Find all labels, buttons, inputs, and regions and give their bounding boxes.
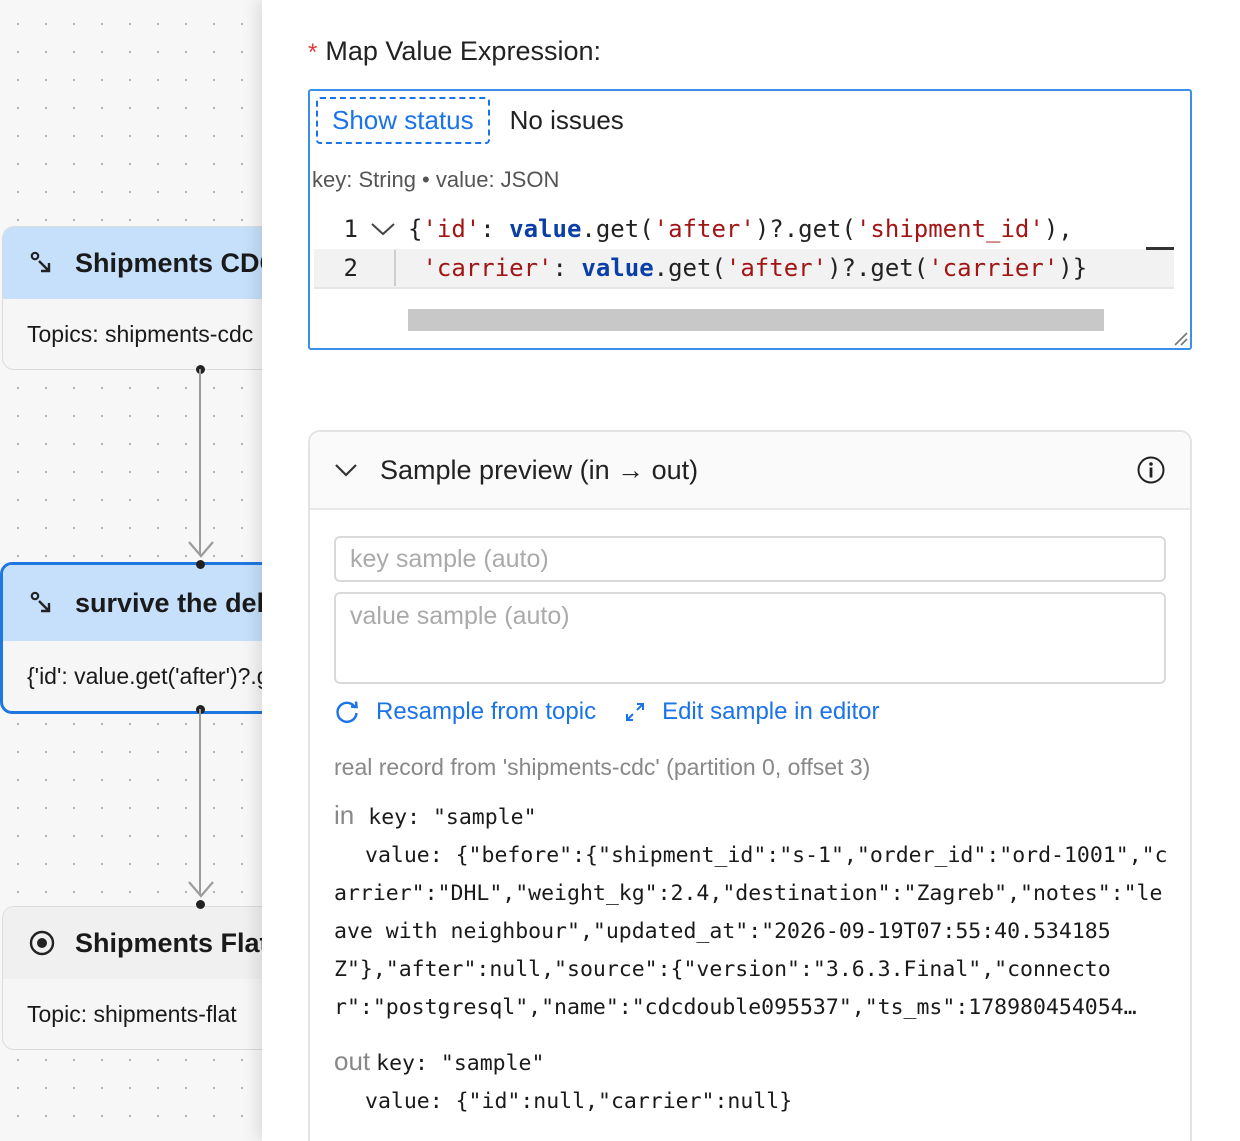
horizontal-scrollbar[interactable]	[408, 309, 1104, 331]
node-title: survive the delete	[75, 587, 262, 618]
out-key: key: "sample"	[376, 1051, 545, 1076]
sample-preview-card: Sample preview (in → out) key sample (au…	[308, 430, 1192, 1141]
out-tag: out	[334, 1046, 371, 1076]
refresh-icon[interactable]	[334, 699, 360, 725]
chevron-down-icon[interactable]	[334, 462, 358, 478]
edge-arrow-icon	[188, 541, 214, 558]
key-sample-input[interactable]: key sample (auto)	[334, 536, 1166, 582]
edge-line	[199, 369, 201, 555]
resample-button[interactable]: Resample from topic	[376, 698, 596, 726]
node-body: Topics: shipments-cdc	[27, 320, 254, 347]
type-hint: key: String • value: JSON	[312, 167, 560, 192]
value-sample-input[interactable]: value sample (auto)	[334, 592, 1166, 684]
in-tag: in	[334, 800, 355, 830]
node-body: {'id': value.get('after')?.get('shipment…	[27, 662, 262, 689]
node-header: Shipments CDC	[3, 227, 262, 299]
status-text: No issues	[509, 105, 624, 135]
sample-actions: Resample from topic Edit sample in edito…	[334, 698, 880, 726]
in-key: key: "sample"	[368, 805, 537, 830]
sample-source-note: real record from 'shipments-cdc' (partit…	[334, 754, 871, 780]
node-input-port[interactable]	[196, 560, 205, 569]
sample-preview-header[interactable]: Sample preview (in → out)	[310, 432, 1190, 510]
transform-arrow-icon	[30, 251, 51, 273]
sink-target-icon	[29, 930, 55, 956]
sample-preview-title: Sample preview (in → out)	[380, 454, 699, 485]
map-value-expression-label: * Map Value Expression:	[308, 36, 601, 66]
node-header: Shipments Flat	[3, 907, 262, 979]
show-status-button[interactable]: Show status	[316, 97, 490, 144]
resize-handle-icon[interactable]	[1172, 330, 1188, 346]
line-number: 2	[343, 254, 358, 282]
out-value: value: {"id":null,"carrier":null}	[365, 1089, 793, 1114]
expand-icon[interactable]	[624, 701, 646, 723]
transform-arrow-icon	[30, 591, 51, 613]
node-title: Shipments Flat	[75, 927, 262, 958]
indent-guide	[358, 250, 408, 286]
code-line[interactable]: 1 {'id': value .get('after')?.get('shipme…	[314, 209, 1174, 249]
node-body: Topic: shipments-flat	[27, 1000, 237, 1027]
node-shipments-flat[interactable]: Shipments Flat Topic: shipments-flat	[2, 906, 262, 1050]
sample-out-block: out key: "sample" value: {"id":null,"car…	[334, 1046, 1172, 1121]
line-number: 1	[343, 215, 358, 243]
expression-editor[interactable]: Show status No issues key: String • valu…	[308, 89, 1192, 350]
required-mark: *	[308, 39, 318, 66]
node-input-port[interactable]	[196, 900, 205, 909]
editor-status-row: Show status No issues	[316, 97, 624, 144]
node-title: Shipments CDC	[75, 247, 262, 278]
in-value: value: {"before":{"shipment_id":"s-1","o…	[334, 843, 1168, 1020]
node-shipments-cdc[interactable]: Shipments CDC Topics: shipments-cdc	[2, 226, 262, 370]
sample-in-block: in key: "sample" value: {"before":{"ship…	[334, 800, 1172, 1027]
node-header: survive the delete	[3, 565, 262, 641]
fold-chevron-icon[interactable]	[358, 221, 408, 237]
info-icon[interactable]	[1136, 455, 1166, 485]
edge-line	[199, 709, 201, 895]
code-area[interactable]: 1 {'id': value .get('after')?.get('shipme…	[314, 209, 1174, 289]
overview-ruler-mark	[1146, 247, 1174, 250]
code-line-active[interactable]: 2 'carrier': value .get('after')?.get('ca…	[314, 249, 1174, 289]
flow-canvas[interactable]: Shipments CDC Topics: shipments-cdc surv…	[0, 0, 262, 1141]
edit-sample-button[interactable]: Edit sample in editor	[662, 698, 879, 726]
edge-arrow-icon	[188, 881, 214, 898]
node-survive-the-delete[interactable]: survive the delete {'id': value.get('aft…	[0, 562, 262, 714]
node-config-panel: * Map Value Expression: Show status No is…	[262, 0, 1240, 1141]
